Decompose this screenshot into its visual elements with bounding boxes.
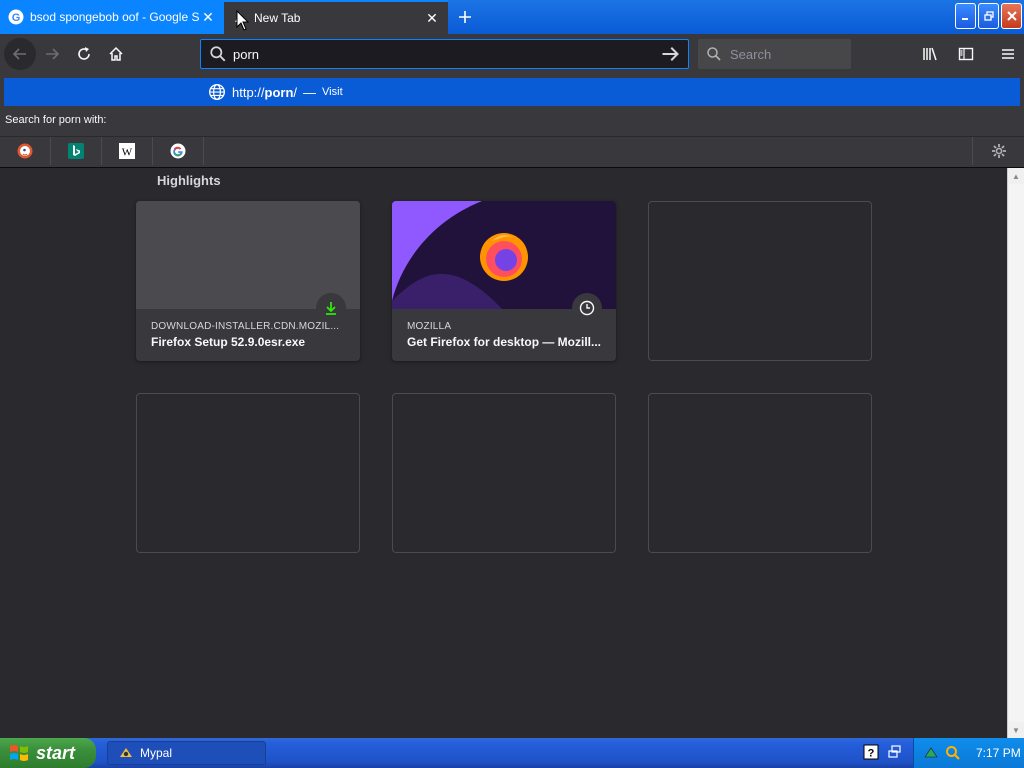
clock-icon (579, 300, 595, 316)
taskbar-clock: 7:17 PM (976, 746, 1021, 760)
engine-duckduckgo[interactable] (0, 136, 51, 165)
menu-button[interactable] (992, 38, 1024, 70)
restore-windows-icon[interactable] (886, 743, 904, 761)
tab-title: bsod spongebob oof - Google Search (30, 10, 200, 24)
tab-strip: G bsod spongebob oof - Google Search ✕ N… (0, 0, 1024, 34)
close-window-button[interactable] (1001, 3, 1022, 29)
url-autocomplete-popup: http://porn/ — Visit Search for porn wit… (0, 74, 1024, 168)
home-icon (109, 46, 123, 61)
minimize-button[interactable] (955, 3, 976, 29)
library-button[interactable] (914, 38, 946, 70)
close-icon[interactable]: ✕ (424, 10, 440, 26)
svg-text:W: W (122, 146, 133, 158)
hamburger-icon (1002, 49, 1014, 59)
card-host: DOWNLOAD-INSTALLER.CDN.MOZIL... (151, 321, 340, 332)
empty-card-placeholder (136, 393, 360, 553)
card-host: MOZILLA (407, 321, 452, 332)
windows-taskbar: start Mypal ? 7:17 PM (0, 738, 1024, 768)
suggestion-url: http://porn/ (232, 84, 298, 100)
windows-flag-icon (10, 745, 28, 761)
highlight-card[interactable]: MOZILLA Get Firefox for desktop — Mozill… (392, 201, 616, 361)
autocomplete-visit-row[interactable]: http://porn/ — Visit (4, 78, 1020, 106)
arrow-right-icon (46, 48, 60, 60)
minimize-icon (961, 18, 968, 20)
plus-icon (459, 11, 471, 23)
back-button[interactable] (4, 38, 36, 70)
search-with-label: Search for porn with: (5, 114, 107, 126)
search-placeholder: Search (730, 46, 772, 62)
scroll-down-arrow-icon[interactable]: ▼ (1008, 722, 1024, 738)
suggestion-separator: — (303, 84, 317, 100)
arrow-left-icon (12, 48, 26, 60)
new-tab-button[interactable] (448, 0, 482, 34)
card-title: Firefox Setup 52.9.0esr.exe (151, 335, 306, 349)
highlight-card[interactable]: DOWNLOAD-INSTALLER.CDN.MOZIL... Firefox … (136, 201, 360, 361)
go-arrow-icon[interactable] (660, 44, 680, 64)
gear-icon (991, 144, 1006, 158)
search-engine-row: W (0, 136, 1024, 165)
close-icon (1006, 11, 1017, 21)
start-label: start (36, 742, 76, 763)
engine-bing[interactable] (51, 136, 102, 165)
restore-button[interactable] (978, 3, 999, 29)
help-icon[interactable]: ? (862, 743, 880, 761)
google-icon (170, 143, 186, 158)
svg-text:?: ? (868, 748, 875, 760)
wikipedia-icon: W (119, 142, 135, 159)
mypal-icon (120, 748, 132, 757)
network-icon[interactable] (922, 744, 940, 762)
engine-google[interactable] (153, 136, 204, 165)
search-icon[interactable] (944, 744, 962, 762)
mouse-cursor-icon (236, 10, 250, 31)
empty-card-placeholder (648, 201, 872, 361)
highlights-heading: Highlights (157, 173, 221, 188)
empty-card-placeholder (392, 393, 616, 553)
sidebar-button[interactable] (950, 38, 982, 70)
toolbar-right (910, 38, 1024, 70)
home-button[interactable] (100, 38, 132, 70)
google-icon: G (8, 9, 24, 25)
duckduckgo-icon (17, 143, 33, 158)
engine-wikipedia[interactable]: W (102, 136, 153, 165)
download-badge (316, 293, 346, 323)
globe-icon (209, 84, 225, 100)
url-input[interactable]: porn (233, 47, 660, 62)
tab-new-tab[interactable]: New Tab ✕ (224, 0, 448, 34)
tab-google-search[interactable]: G bsod spongebob oof - Google Search ✕ (0, 0, 224, 34)
bing-icon (68, 142, 84, 159)
search-icon (210, 46, 226, 62)
url-bar[interactable]: porn (200, 39, 689, 69)
search-bar[interactable]: Search (698, 39, 851, 69)
scroll-up-arrow-icon[interactable]: ▲ (1008, 168, 1024, 184)
task-label: Mypal (140, 746, 173, 760)
empty-card-placeholder (648, 393, 872, 553)
suggestion-action: Visit (322, 86, 343, 98)
taskbar-item-mypal[interactable]: Mypal (107, 741, 266, 765)
reload-button[interactable] (68, 38, 100, 70)
start-button[interactable]: start (0, 738, 96, 768)
tray-extra-icons: ? (862, 743, 904, 761)
reload-icon (78, 47, 90, 60)
search-icon (707, 47, 721, 61)
restore-icon (983, 11, 994, 21)
nav-toolbar: porn Search (0, 34, 1024, 74)
new-tab-page: Highlights DOWNLOAD-INSTALLER.CDN.MOZIL.… (0, 168, 1007, 738)
tab-title: New Tab (254, 11, 301, 25)
page-scrollbar[interactable]: ▲ ▼ (1007, 168, 1024, 738)
sidebar-icon (958, 47, 974, 61)
download-icon (326, 302, 336, 315)
history-badge (572, 293, 602, 323)
system-tray: 7:17 PM (913, 738, 1024, 768)
window-controls (955, 3, 1022, 29)
card-title: Get Firefox for desktop — Mozill... (407, 335, 602, 349)
forward-button[interactable] (36, 38, 68, 70)
svg-text:G: G (12, 12, 21, 24)
library-icon (923, 47, 937, 61)
search-settings-button[interactable] (972, 137, 1024, 165)
scrollbar-thumb[interactable] (1009, 184, 1024, 722)
close-icon[interactable]: ✕ (200, 9, 216, 25)
